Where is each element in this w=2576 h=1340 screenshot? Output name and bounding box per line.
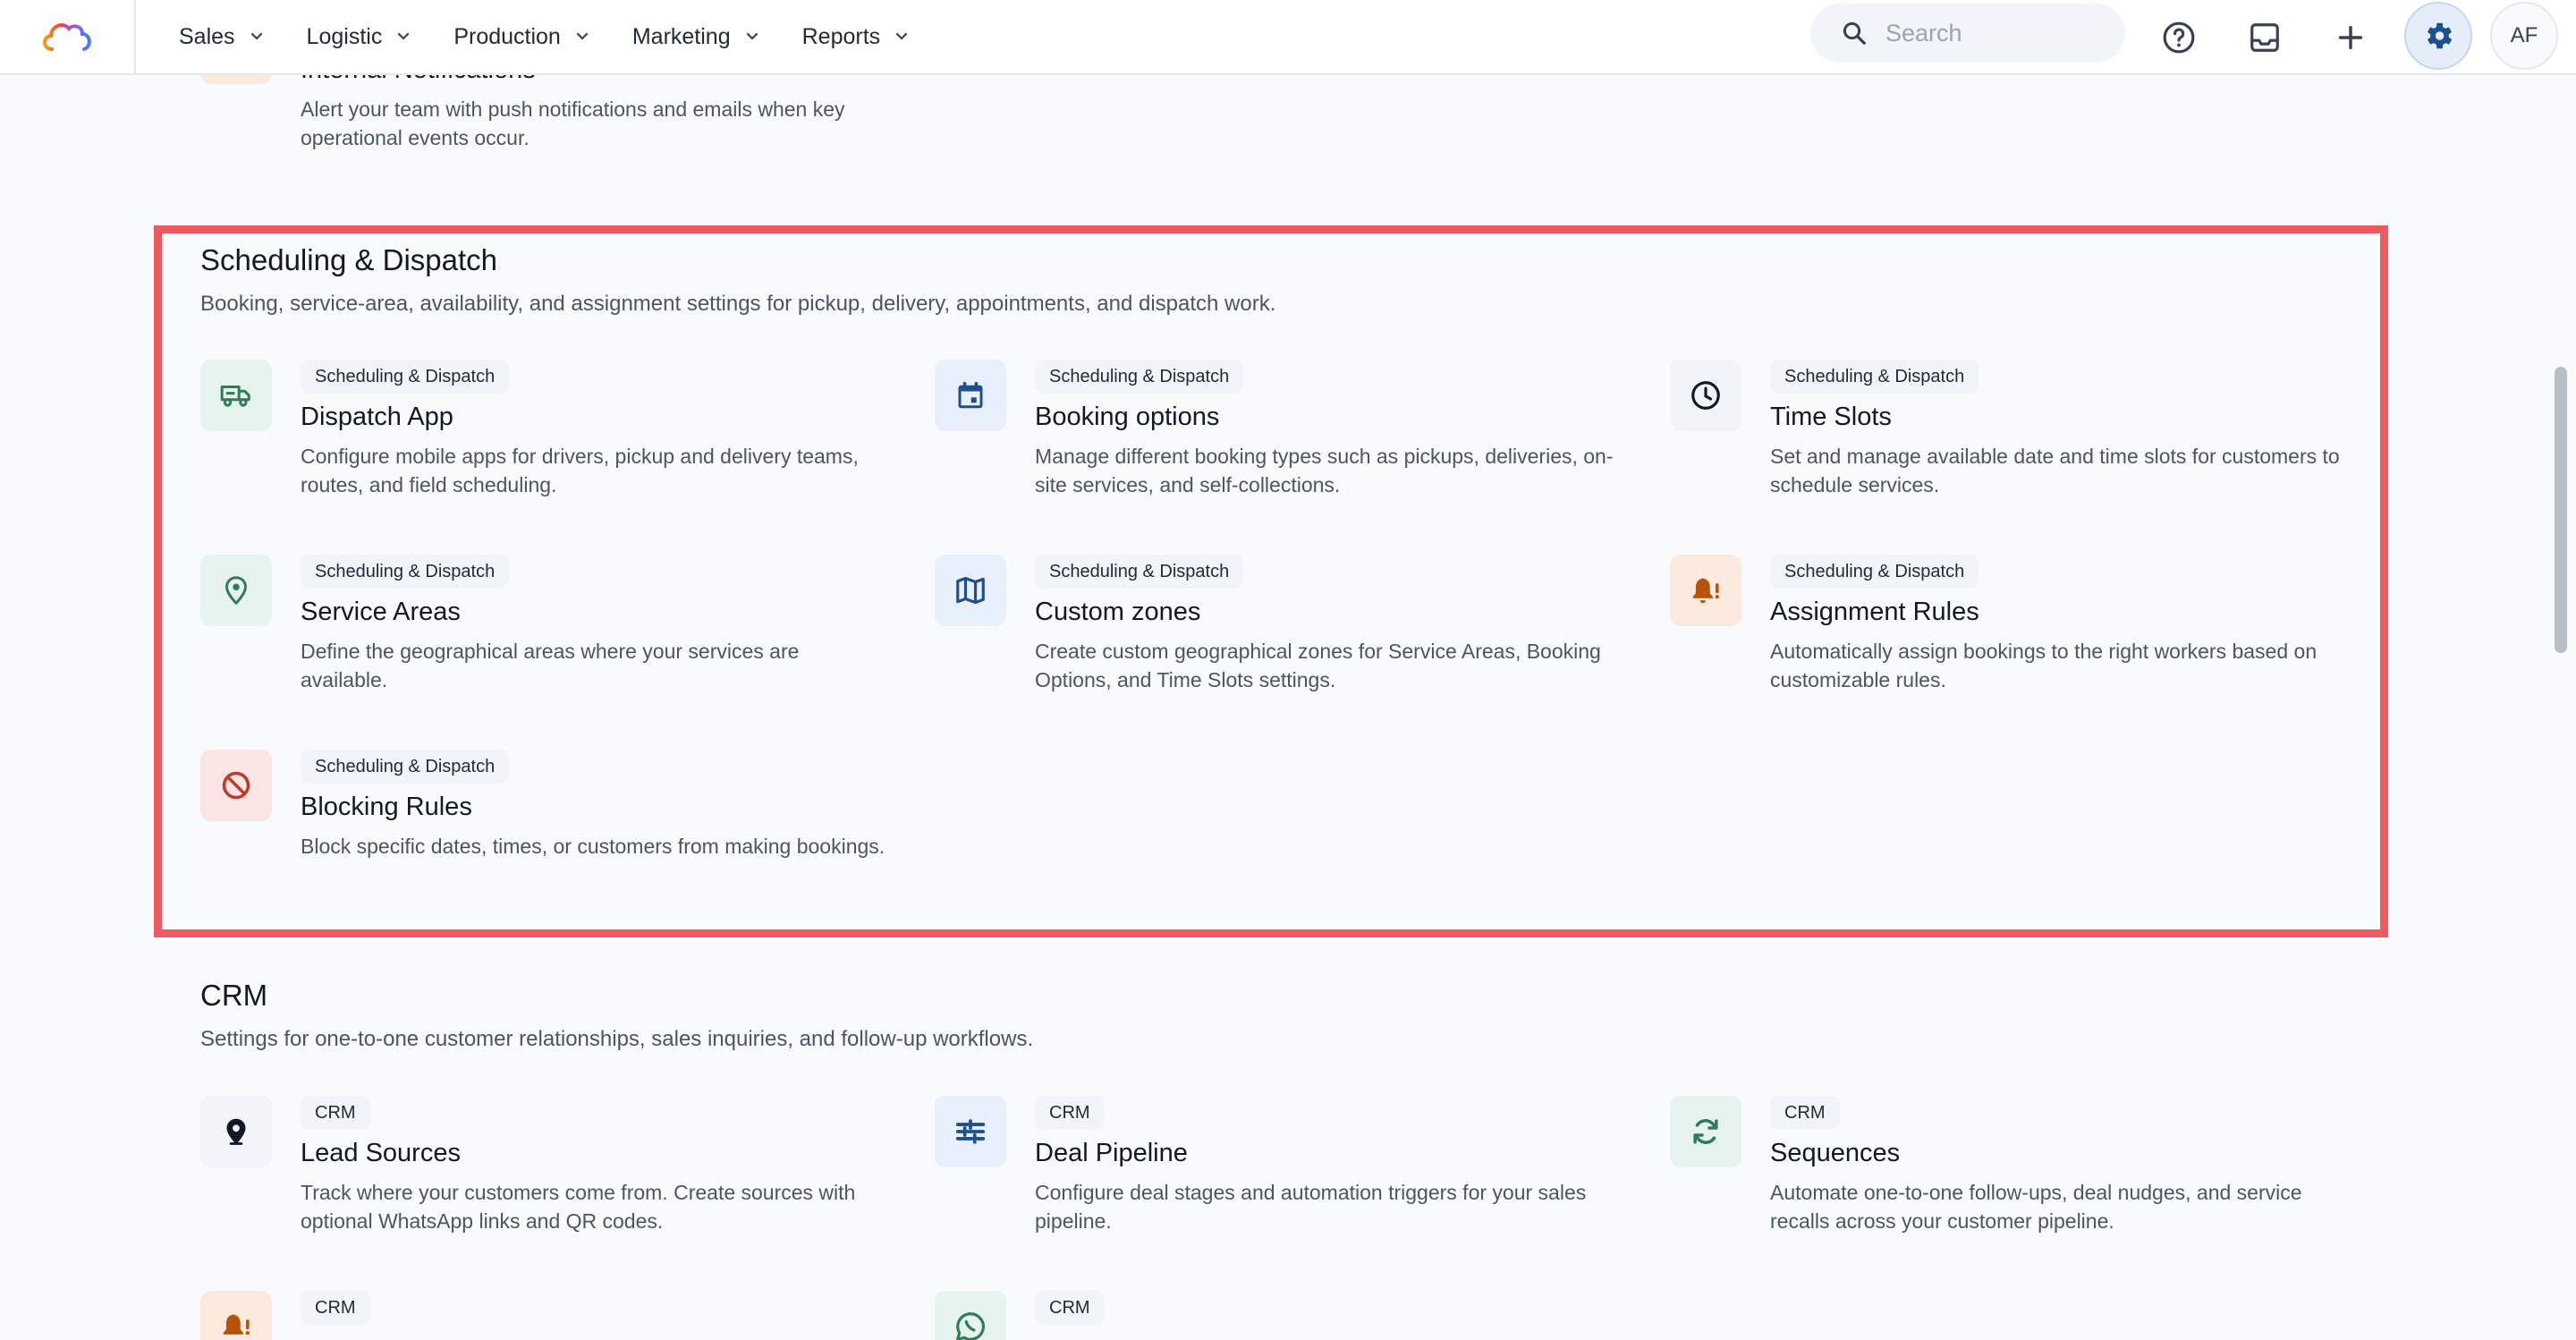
crm-notification-item[interactable]: CRM xyxy=(200,1291,898,1340)
item-title: Dispatch App xyxy=(301,403,453,431)
item-description: Automate one-to-one follow-ups, deal nud… xyxy=(1770,1181,2302,1233)
nav-logistic[interactable]: Logistic xyxy=(307,24,413,50)
nav-label: Marketing xyxy=(631,23,731,49)
chevron-down-icon xyxy=(896,32,908,40)
help-circle-icon xyxy=(2163,21,2195,54)
section-description: Settings for one-to-one customer relatio… xyxy=(200,1027,1034,1051)
inbox-icon xyxy=(2250,23,2279,52)
nav-label: Reports xyxy=(801,23,881,49)
icon-box xyxy=(935,555,1006,626)
icon-box xyxy=(1670,1096,1741,1167)
nav-reports[interactable]: Reports xyxy=(802,24,911,50)
block-icon xyxy=(222,771,250,800)
logo-cell[interactable] xyxy=(0,0,136,74)
crm-whatsapp-item[interactable]: CRM xyxy=(935,1291,1632,1340)
category-badge: Scheduling & Dispatch xyxy=(1770,360,1979,394)
category-badge: CRM xyxy=(301,1291,370,1325)
item-title: Assignment Rules xyxy=(1770,598,1979,626)
nav-label: Logistic xyxy=(306,23,383,49)
settings-button[interactable] xyxy=(2404,2,2472,70)
item-title: Service Areas xyxy=(301,598,461,626)
chevron-down-icon xyxy=(250,32,262,40)
icon-box xyxy=(200,750,272,821)
clock-icon xyxy=(1691,381,1720,410)
map-icon xyxy=(956,576,985,605)
item-description: Automatically assign bookings to the rig… xyxy=(1770,640,2318,691)
category-badge: Scheduling & Dispatch xyxy=(1035,360,1244,394)
inbox-button[interactable] xyxy=(2238,11,2292,64)
category-badge: Scheduling & Dispatch xyxy=(301,360,510,394)
item-description: Define the geographical areas where your… xyxy=(301,640,800,691)
category-badge: Scheduling & Dispatch xyxy=(301,750,510,784)
calendar-icon xyxy=(958,382,983,409)
item-title: Sequences xyxy=(1770,1139,1901,1167)
category-badge: Scheduling & Dispatch xyxy=(1035,555,1244,589)
item-title: Blocking Rules xyxy=(301,793,472,821)
item-title: Custom zones xyxy=(1035,598,1201,626)
chevron-down-icon xyxy=(398,32,410,40)
icon-box xyxy=(200,1096,272,1167)
location-pin-icon xyxy=(225,576,248,606)
icon-box xyxy=(935,360,1006,431)
gear-icon xyxy=(2427,22,2453,49)
item-title: Booking options xyxy=(1035,403,1220,431)
item-title: Deal Pipeline xyxy=(1035,1139,1188,1167)
item-description: Configure deal stages and automation tri… xyxy=(1035,1181,1587,1233)
bell-alert-icon xyxy=(223,1314,250,1336)
item-description: Configure mobile apps for drivers, picku… xyxy=(301,445,859,496)
category-badge: CRM xyxy=(301,1096,370,1130)
icon-box xyxy=(200,360,272,431)
chevron-down-icon xyxy=(746,32,758,40)
item-title: Time Slots xyxy=(1770,403,1892,431)
category-badge: Scheduling & Dispatch xyxy=(1770,555,1979,589)
avatar-initials: AF xyxy=(2510,23,2538,47)
category-badge: Scheduling & Dispatch xyxy=(301,555,510,589)
icon-box xyxy=(935,1291,1006,1340)
truck-icon xyxy=(220,385,250,407)
search-box[interactable] xyxy=(1810,4,2125,63)
item-title: Lead Sources xyxy=(301,1139,461,1167)
item-description: Alert your team with push notifications … xyxy=(301,98,845,149)
item-description: Manage different booking types such as p… xyxy=(1035,445,1614,496)
category-badge: CRM xyxy=(1770,1096,1840,1130)
section-title: CRM xyxy=(200,979,268,1012)
scrollbar-thumb[interactable] xyxy=(2555,367,2567,653)
add-button[interactable] xyxy=(2324,11,2377,64)
section-description: Booking, service-area, availability, and… xyxy=(200,292,1276,316)
item-description: Track where your customers come from. Cr… xyxy=(301,1181,856,1233)
category-badge: CRM xyxy=(1035,1096,1105,1130)
top-bar: Sales Logistic Production Marketing Repo… xyxy=(0,0,2576,75)
chevron-down-icon xyxy=(576,32,588,40)
nav-label: Sales xyxy=(179,23,235,49)
nav-sales[interactable]: Sales xyxy=(179,24,266,50)
icon-box xyxy=(200,1291,272,1340)
pipeline-icon xyxy=(955,1119,986,1144)
search-input[interactable] xyxy=(1885,19,2091,47)
plus-icon xyxy=(2338,25,2363,50)
icon-box xyxy=(200,555,272,626)
whatsapp-icon xyxy=(955,1312,985,1340)
location-pin-icon xyxy=(226,1118,246,1145)
main-nav: Sales Logistic Production Marketing Repo… xyxy=(179,24,952,50)
item-description: Create custom geographical zones for Ser… xyxy=(1035,640,1601,691)
cloud-logo-icon xyxy=(43,23,91,51)
category-badge: CRM xyxy=(1035,1291,1105,1325)
icon-box xyxy=(1670,555,1741,626)
item-description: Set and manage available date and time s… xyxy=(1770,445,2340,496)
nav-label: Production xyxy=(453,23,561,49)
nav-production[interactable]: Production xyxy=(453,24,591,50)
search-icon xyxy=(1843,21,1866,45)
refresh-icon xyxy=(1693,1119,1718,1144)
nav-marketing[interactable]: Marketing xyxy=(632,24,761,50)
bell-alert-icon xyxy=(1692,578,1719,604)
icon-box xyxy=(1670,360,1741,431)
section-title: Scheduling & Dispatch xyxy=(200,243,498,276)
item-description: Block specific dates, times, or customer… xyxy=(301,835,886,858)
avatar[interactable]: AF xyxy=(2490,2,2558,70)
icon-box xyxy=(935,1096,1006,1167)
help-button[interactable] xyxy=(2152,11,2206,64)
